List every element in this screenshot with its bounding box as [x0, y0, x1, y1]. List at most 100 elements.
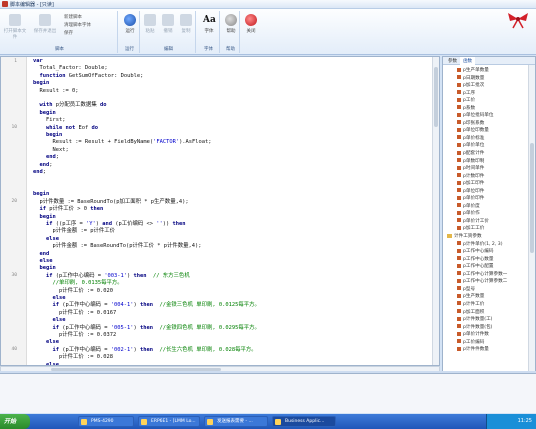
group-label-help: 帮助	[226, 47, 235, 52]
tree-item-label: p工作中心计算参数二	[463, 279, 508, 285]
output-panel	[0, 373, 536, 413]
taskbar-item[interactable]: 发送报表需要 - ...	[204, 416, 268, 427]
parameter-icon	[457, 286, 461, 291]
tree-item-label: p系数	[463, 105, 476, 111]
tree-item[interactable]: p单价标准	[443, 135, 527, 143]
copy-icon	[180, 14, 192, 26]
ribbon-toolbar: 打开脚本文件 保存并退出 新建脚本 清理脚本字体 保存 脚本 运行 运行 粘贴 …	[0, 9, 536, 55]
scroll-thumb[interactable]	[434, 67, 438, 127]
tree-item[interactable]: p单数印制	[443, 158, 527, 166]
code-editor[interactable]: 1 10 20 30 40 var Total_Factor: Double; …	[0, 56, 440, 366]
tree-item[interactable]: p工作中心编码	[443, 248, 527, 256]
tree-item[interactable]: p单位印数量	[443, 127, 527, 135]
tree-item-label: p单价标准	[463, 135, 485, 141]
tree-item[interactable]: p系数	[443, 105, 527, 113]
tree-item[interactable]: p计件工价	[443, 301, 527, 309]
red-bow-decoration-icon	[508, 13, 528, 29]
code-text[interactable]: var Total_Factor: Double; function GetSu…	[33, 58, 431, 365]
tree-item[interactable]: p单价计件数	[443, 331, 527, 339]
close-button[interactable]: 关闭	[238, 14, 264, 34]
code-line: begin	[39, 265, 56, 272]
tree-item[interactable]: p单价作	[443, 210, 527, 218]
tree-item-label: p单价作	[463, 211, 480, 217]
tree-item[interactable]: p计件数量(工)	[443, 316, 527, 324]
taskbar-item-active[interactable]: Business Applic...	[272, 416, 336, 427]
taskbar-item[interactable]: PMS-4290	[78, 416, 134, 427]
ribbon-group-edit: 粘贴 撤销 复制 编辑	[142, 11, 196, 53]
open-script-button[interactable]: 打开脚本文件	[2, 14, 28, 40]
save-button[interactable]: 保存	[64, 30, 91, 38]
tree-folder[interactable]: 计件工资参数	[443, 233, 527, 241]
scroll-thumb[interactable]	[530, 143, 534, 253]
tree-item-label: p单位印数量	[463, 128, 489, 134]
tree-item[interactable]: p日期数量	[443, 75, 527, 83]
parameter-icon	[457, 218, 461, 223]
tab-functions[interactable]: 函数	[460, 57, 475, 65]
code-line: p计件金额 := BaseRoundTo(p计件工价 * p计件数量,4);	[33, 243, 202, 250]
tree-item-label: p单价印件	[463, 196, 485, 202]
font-aa-icon: Aa	[203, 15, 216, 25]
tree-item[interactable]: p加工批次	[443, 82, 527, 90]
code-line: else	[45, 339, 59, 346]
save-and-exit-button[interactable]: 保存并退出	[32, 14, 58, 34]
editor-vertical-scrollbar[interactable]	[432, 57, 439, 365]
tree-item[interactable]: p计件件数量	[443, 346, 527, 354]
app-icon	[207, 419, 213, 425]
run-icon	[124, 14, 136, 26]
group-label-font: 字体	[204, 47, 213, 52]
tree-item-label: p计件单价(1, 2, 3)	[463, 241, 503, 247]
code-line: Result := 0;	[33, 87, 79, 94]
tree-item[interactable]: p计件数量(包)	[443, 324, 527, 332]
tree-item[interactable]: p加工工价	[443, 225, 527, 233]
code-line: if p计件工价 > 0 then	[39, 206, 104, 213]
tree-item-label: p配套计件	[463, 151, 485, 157]
tree-item[interactable]: p单位印件	[443, 188, 527, 196]
clean-font-button[interactable]: 清理脚本字体	[64, 22, 91, 30]
start-button[interactable]: 开始	[0, 414, 30, 429]
tree-item[interactable]: p工作中心配置	[443, 263, 527, 271]
parameter-icon	[457, 180, 461, 185]
code-line: end	[39, 250, 50, 257]
panel-scrollbar[interactable]	[528, 65, 535, 371]
tree-item[interactable]: p工作中心数量	[443, 256, 527, 264]
parameter-icon	[457, 331, 461, 336]
new-script-button[interactable]: 新建脚本	[64, 14, 91, 22]
group-label-run: 运行	[125, 47, 134, 52]
tree-item[interactable]: p工作中心计算参数一	[443, 271, 527, 279]
parameter-icon	[457, 173, 461, 178]
code-line: var	[33, 58, 43, 64]
tab-parameters[interactable]: 参数	[445, 57, 460, 65]
tree-item[interactable]: p单价计工价	[443, 218, 527, 226]
tree-item[interactable]: p加工面积	[443, 309, 527, 317]
tree-item[interactable]: p单价印件	[443, 195, 527, 203]
tree-item-label: 计件工资参数	[454, 234, 482, 240]
tree-item[interactable]: p工序	[443, 90, 527, 98]
tree-item[interactable]: p印张系数	[443, 120, 527, 128]
parameter-icon	[457, 210, 461, 215]
parameter-tree: p生产单数量 p日期数量 p加工批次 p工序 p工价 p系数 p单位批码单位 p印张系数 p单位…	[443, 67, 527, 354]
tree-item[interactable]: p加工印件	[443, 180, 527, 188]
tree-item[interactable]: p计数印件	[443, 173, 527, 181]
taskbar-item[interactable]: ERP6E1 - [LMM Lo...	[138, 416, 200, 427]
tree-item[interactable]: p计件单价(1, 2, 3)	[443, 241, 527, 249]
tree-item[interactable]: p单价单位	[443, 142, 527, 150]
system-tray: 11:25	[486, 414, 536, 429]
tree-item[interactable]: p单位批码单位	[443, 112, 527, 120]
tree-item[interactable]: p单价度	[443, 203, 527, 211]
tree-item[interactable]: p工作中心计算参数二	[443, 278, 527, 286]
tree-item[interactable]: p生产数量	[443, 293, 527, 301]
tree-item[interactable]: p工价编码	[443, 339, 527, 347]
parameter-icon	[457, 301, 461, 306]
tree-item-label: p计件件数量	[463, 347, 489, 353]
tree-item[interactable]: p型号	[443, 286, 527, 294]
code-line: begin	[39, 213, 56, 220]
tree-item-label: p日期数量	[463, 75, 485, 81]
tree-item[interactable]: p生产单数量	[443, 67, 527, 75]
app-icon	[141, 419, 147, 425]
tree-item[interactable]: p工价	[443, 97, 527, 105]
open-folder-icon	[9, 14, 21, 26]
tree-item[interactable]: p配套计件	[443, 150, 527, 158]
app-icon	[2, 1, 8, 7]
tree-item[interactable]: p时间单件	[443, 165, 527, 173]
parameter-icon	[457, 150, 461, 155]
